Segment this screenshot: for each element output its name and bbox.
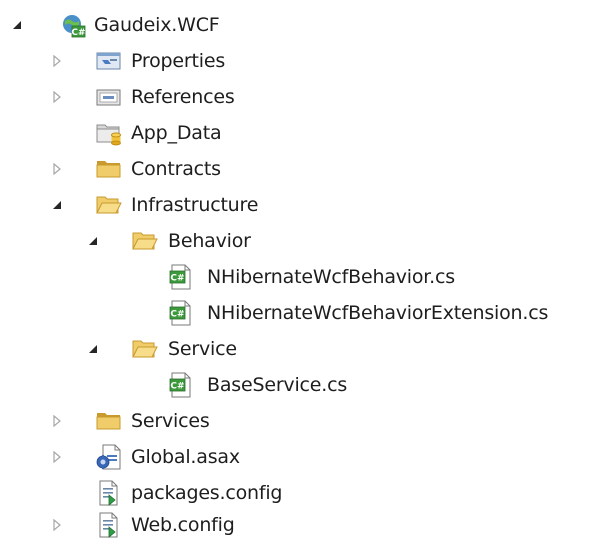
csharp-file-icon: C# xyxy=(169,264,191,290)
tree-item-services[interactable]: Services xyxy=(0,404,595,440)
expanded-arrow-icon[interactable] xyxy=(86,342,100,356)
tree-item-behavior[interactable]: Behavior xyxy=(0,224,595,260)
config-file-icon xyxy=(99,480,118,506)
collapsed-arrow-icon[interactable] xyxy=(50,54,64,68)
folder-open-icon xyxy=(132,232,158,250)
collapsed-arrow-icon[interactable] xyxy=(50,90,64,104)
tree-item-contracts[interactable]: Contracts xyxy=(0,152,595,188)
tree-item-global-asax[interactable]: Global.asax xyxy=(0,440,595,476)
svg-text:C#: C# xyxy=(170,310,184,320)
tree-item-label: Contracts xyxy=(131,158,221,180)
collapsed-arrow-icon[interactable] xyxy=(50,450,64,464)
tree-item-label: Global.asax xyxy=(131,446,240,468)
properties-icon xyxy=(96,52,121,70)
tree-item-label: Service xyxy=(168,338,237,360)
tree-item-label: packages.config xyxy=(131,482,283,504)
folder-open-icon xyxy=(96,196,122,214)
tree-item-label: Services xyxy=(131,410,210,432)
tree-item-project[interactable]: C# Gaudeix.WCF xyxy=(0,8,595,44)
tree-item-behavior-extension-file[interactable]: C# NHibernateWcfBehaviorExtension.cs xyxy=(0,296,595,332)
tree-item-label: Web.config xyxy=(131,514,235,536)
collapsed-arrow-icon[interactable] xyxy=(50,414,64,428)
expanded-arrow-icon[interactable] xyxy=(86,234,100,248)
tree-item-label: Properties xyxy=(131,50,226,72)
config-file-icon xyxy=(99,512,118,538)
tree-item-label: App_Data xyxy=(131,122,222,144)
tree-item-label: NHibernateWcfBehavior.cs xyxy=(207,266,455,288)
csharp-file-icon: C# xyxy=(169,372,191,398)
expanded-arrow-icon[interactable] xyxy=(10,18,24,32)
folder-icon xyxy=(96,413,121,430)
collapsed-arrow-icon[interactable] xyxy=(50,518,64,532)
tree-item-label: Gaudeix.WCF xyxy=(94,14,220,36)
collapsed-arrow-icon[interactable] xyxy=(50,162,64,176)
tree-item-web-config[interactable]: Web.config xyxy=(0,508,595,544)
svg-text:C#: C# xyxy=(170,382,184,392)
csharp-file-icon: C# xyxy=(169,300,191,326)
tree-item-infrastructure[interactable]: Infrastructure xyxy=(0,188,595,224)
references-icon xyxy=(96,89,121,106)
svg-text:C#: C# xyxy=(71,28,85,38)
global-asax-icon xyxy=(96,444,121,470)
csharp-project-icon: C# xyxy=(63,15,86,38)
tree-item-label: Infrastructure xyxy=(131,194,259,216)
tree-item-service[interactable]: Service xyxy=(0,332,595,368)
tree-item-base-service-file[interactable]: C# BaseService.cs xyxy=(0,368,595,404)
database-folder-icon xyxy=(96,124,121,146)
tree-item-label: References xyxy=(131,86,235,108)
tree-item-label: NHibernateWcfBehaviorExtension.cs xyxy=(207,302,549,324)
solution-explorer-tree: C# Gaudeix.WCF Properties References App… xyxy=(0,0,595,544)
tree-item-behavior-file[interactable]: C# NHibernateWcfBehavior.cs xyxy=(0,260,595,296)
folder-icon xyxy=(96,161,121,178)
tree-item-packages-config[interactable]: packages.config xyxy=(0,476,595,512)
expanded-arrow-icon[interactable] xyxy=(50,198,64,212)
tree-item-references[interactable]: References xyxy=(0,80,595,116)
tree-item-label: Behavior xyxy=(168,230,251,252)
svg-text:C#: C# xyxy=(170,274,184,284)
folder-open-icon xyxy=(132,340,158,358)
tree-item-properties[interactable]: Properties xyxy=(0,44,595,80)
tree-item-label: BaseService.cs xyxy=(207,374,348,396)
tree-item-app-data[interactable]: App_Data xyxy=(0,116,595,152)
